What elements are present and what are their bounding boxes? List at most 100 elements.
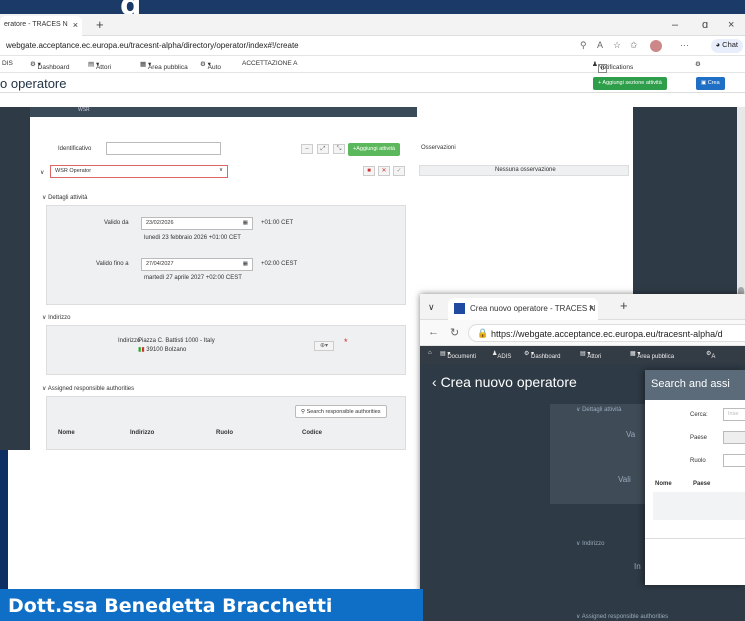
read-aloud-icon[interactable]: A: [597, 40, 603, 50]
url-text[interactable]: webgate.acceptance.ec.europa.eu/tracesnt…: [6, 41, 299, 50]
remove-icon[interactable]: ✕: [378, 166, 390, 176]
eu-flag-icon: [454, 303, 465, 314]
bookmark-attori[interactable]: ▤ Attori ▾: [88, 60, 111, 71]
address-line1: Piazza C. Battisti 1000 - Italy: [138, 338, 215, 344]
dialog-col-paese: Paese: [693, 481, 711, 487]
new-tab-button-2[interactable]: +: [620, 298, 628, 313]
slide-background: [8, 450, 420, 589]
identificativo-input[interactable]: [106, 142, 221, 155]
nav-area-pubblica[interactable]: ▦ Area pubblica ▾: [630, 350, 674, 360]
date-from-input[interactable]: 23/02/2026 ▦: [141, 217, 253, 230]
settings-icon[interactable]: ⚙: [695, 60, 701, 68]
favorites-bar-icon[interactable]: ✩: [630, 40, 638, 51]
copilot-chat-button[interactable]: ◕ Chat: [710, 39, 743, 53]
date-from-long: lunedì 23 febbraio 2026 +01:00 CET: [144, 235, 241, 241]
tab-bar: eratore - TRACES N × + – ɑ ×: [0, 14, 745, 36]
indirizzo-label: Indirizzo: [118, 338, 141, 344]
refresh-icon[interactable]: ↻: [450, 326, 459, 339]
activity-select[interactable]: WSR Operator ∨: [50, 165, 228, 178]
notification-count: 0: [597, 64, 608, 73]
expand-icon[interactable]: ⤢: [317, 144, 329, 154]
nav-attori[interactable]: ▤ Attori ▾: [580, 350, 601, 360]
banner-text: g: [120, 0, 142, 14]
paese-select[interactable]: [723, 431, 745, 444]
col-nome: Nome: [58, 430, 75, 436]
cerca-label: Cerca:: [690, 412, 708, 418]
close-window-button[interactable]: ×: [728, 19, 734, 31]
dettagli-box-2: [550, 404, 650, 504]
delete-icon[interactable]: ■: [363, 166, 375, 176]
address-bar-2[interactable]: ← ↻ 🔒 https://webgate.acceptance.ec.euro…: [420, 320, 745, 346]
observations-title: Osservazioni: [421, 145, 456, 151]
indirizzo-section-2[interactable]: ∨ Indirizzo: [576, 540, 604, 547]
indirizzo-section[interactable]: ∨ Indirizzo: [42, 314, 70, 321]
tab-title: eratore - TRACES N: [4, 21, 68, 28]
bookmark-auto[interactable]: ⚙ Auto ▾: [200, 60, 221, 71]
copilot-icon: ◕: [715, 40, 721, 49]
url-text-2[interactable]: https://webgate.acceptance.ec.europa.eu/…: [491, 329, 723, 339]
nav-more[interactable]: ⚙ A: [706, 350, 715, 360]
tab-traces[interactable]: eratore - TRACES N ×: [0, 16, 82, 36]
chevron-down-icon[interactable]: ∨: [40, 169, 44, 176]
nav-adis[interactable]: ♟ ADIS: [492, 350, 511, 360]
profile-avatar[interactable]: [650, 40, 662, 52]
app-nav-2: ⌂ ▤ Documenti ▾ ♟ ADIS ⚙ Dashboard ▾ ▤ A…: [420, 346, 745, 364]
strip-label: WSR: [78, 107, 90, 113]
dialog-divider: [645, 538, 745, 539]
valido-da-label: Valido da: [104, 220, 129, 226]
collapse-icon[interactable]: ⤡: [333, 144, 345, 154]
page-title: o operatore: [0, 76, 67, 91]
cerca-input[interactable]: Inse: [723, 408, 745, 421]
address-bar[interactable]: webgate.acceptance.ec.europa.eu/tracesnt…: [0, 36, 745, 56]
address-globe-button[interactable]: ⊕▾: [314, 341, 334, 351]
bookmark-dashboard[interactable]: ⚙ Dashboard ▾: [30, 60, 69, 71]
restore-button[interactable]: ɑ: [702, 19, 708, 31]
date-to-input[interactable]: 27/04/2027 ▦: [141, 258, 253, 271]
tz-to: +02:00 CEST: [261, 261, 298, 267]
bookmark-accettazione[interactable]: ACCETTAZIONE A: [242, 60, 298, 67]
bookmark-area-pubblica[interactable]: ▦ Area pubblica ▾: [140, 60, 188, 71]
minus-button[interactable]: –: [301, 144, 313, 154]
more-icon[interactable]: ···: [680, 40, 689, 50]
bookmarks-bar: DIS ⚙ Dashboard ▾ ▤ Attori ▾ ▦ Area pubb…: [0, 56, 745, 73]
add-section-button[interactable]: + Aggiungi sezione attività: [593, 77, 667, 90]
back-icon[interactable]: ←: [428, 326, 439, 338]
indirizzo-box: [46, 325, 406, 375]
favorite-icon[interactable]: ☆: [613, 40, 621, 51]
minimize-button[interactable]: –: [672, 19, 678, 31]
calendar-icon[interactable]: ▦: [243, 261, 248, 267]
url-field-2[interactable]: 🔒 https://webgate.acceptance.ec.europa.e…: [468, 324, 745, 342]
ruolo-select[interactable]: [723, 454, 745, 467]
add-activity-button[interactable]: +Aggiungi attività: [348, 143, 401, 156]
create-button[interactable]: ▣ Crea: [696, 77, 725, 90]
col-indirizzo: Indirizzo: [130, 430, 155, 436]
close-tab-icon-2[interactable]: ×: [589, 303, 594, 313]
identificativo-label: Identificativo: [58, 146, 92, 152]
presenter-name: Dott.ssa Benedetta Bracchetti: [8, 595, 333, 617]
new-tab-button[interactable]: +: [96, 17, 104, 32]
dettagli-section-2[interactable]: ∨ Dettagli attività: [576, 406, 621, 413]
close-tab-icon[interactable]: ×: [73, 20, 78, 30]
notifications-button[interactable]: ♟ Notifications 0: [592, 60, 633, 73]
dettagli-section[interactable]: ∨ Dettagli attività: [42, 194, 87, 201]
col-codice: Codice: [302, 430, 323, 436]
calendar-icon[interactable]: ▦: [243, 220, 248, 226]
left-panel: [0, 107, 30, 450]
search-authorities-button[interactable]: ⚲ Search responsible authorities: [295, 405, 387, 418]
tab-crea-operatore[interactable]: Crea nuovo operatore - TRACES N ×: [448, 298, 598, 320]
page-title-2: ‹ Crea nuovo operatore: [432, 374, 577, 390]
nav-dashboard[interactable]: ⚙ Dashboard ▾: [524, 350, 560, 360]
nav-documenti[interactable]: ▤ Documenti ▾: [440, 350, 476, 360]
bookmark-adis[interactable]: DIS: [2, 60, 13, 67]
vali-fragment: Vali: [618, 475, 631, 484]
select-arrow-icon: ∨: [218, 167, 223, 173]
home-icon[interactable]: ⌂: [428, 350, 432, 356]
activity-value: WSR Operator: [55, 168, 92, 174]
no-observations: Nessuna osservazione: [495, 167, 556, 173]
confirm-icon[interactable]: ✓: [393, 166, 405, 176]
tz-from: +01:00 CET: [261, 220, 294, 226]
zoom-icon[interactable]: ⚲: [580, 40, 587, 51]
authorities-section-2[interactable]: ∨ Assigned responsible authorities: [576, 613, 668, 620]
authorities-section[interactable]: ∨ Assigned responsible authorities: [42, 385, 134, 392]
tab-list-icon[interactable]: ∨: [428, 302, 435, 313]
